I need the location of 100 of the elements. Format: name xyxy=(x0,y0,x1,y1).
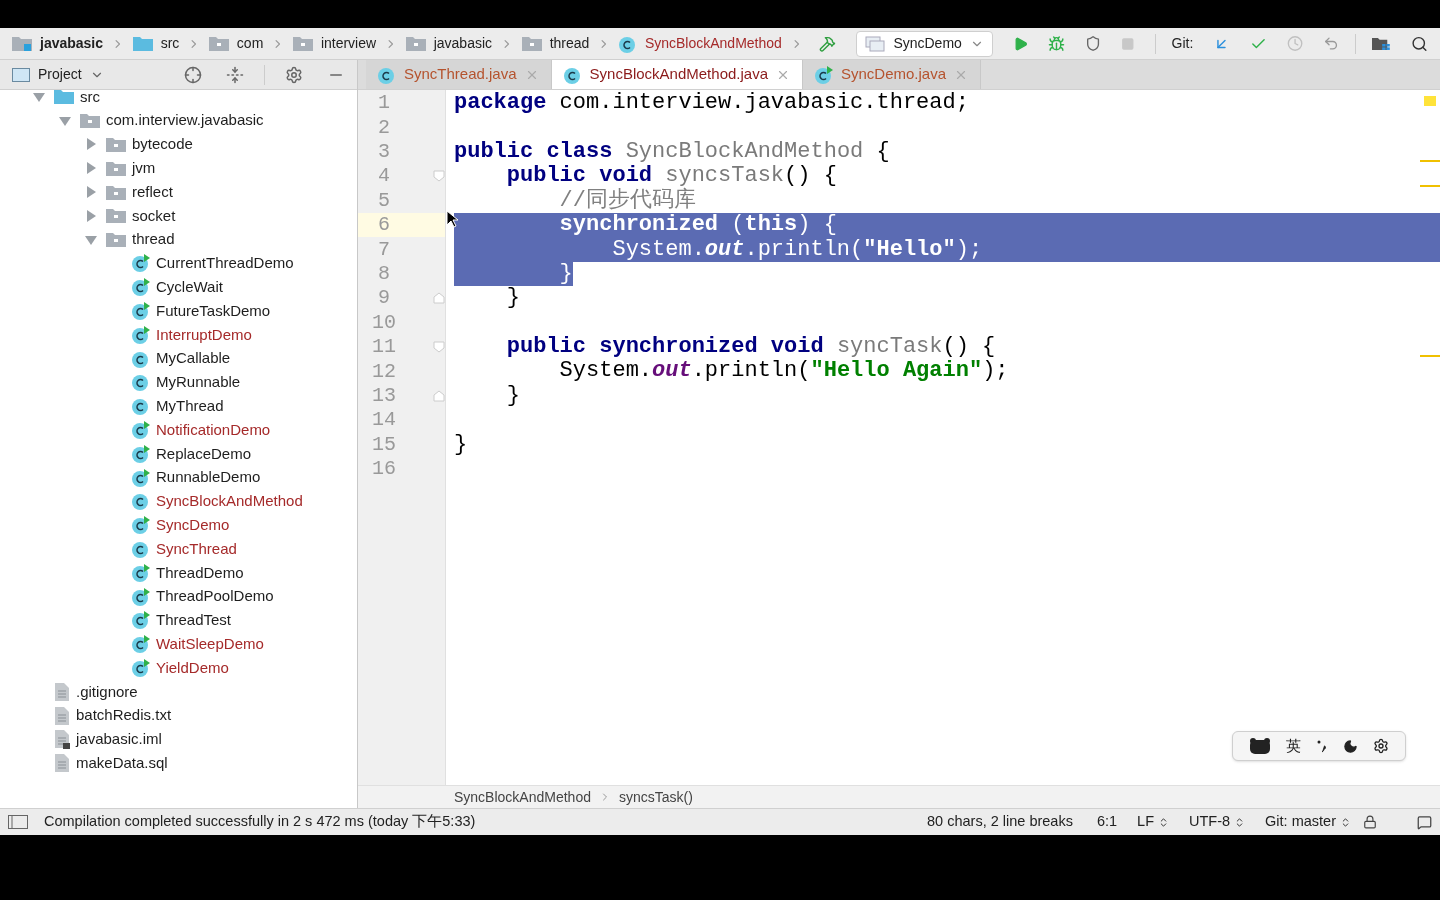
editor-breadcrumb[interactable]: SyncBlockAndMethod xyxy=(454,786,591,808)
editor-tab[interactable]: SyncDemo.java xyxy=(803,60,982,89)
tree-item[interactable]: src xyxy=(80,90,100,109)
tree-item[interactable]: NotificationDemo xyxy=(156,418,271,442)
runnable-class-icon xyxy=(132,254,150,273)
tree-item[interactable]: com.interview.javabasic xyxy=(106,109,264,132)
code-token: } xyxy=(558,262,573,285)
class-icon xyxy=(563,65,582,84)
fold-start-icon[interactable] xyxy=(433,170,445,183)
locate-icon[interactable] xyxy=(184,65,202,84)
editor-breadcrumb[interactable]: syncsTask() xyxy=(618,786,693,808)
breadcrumb-item[interactable]: interview xyxy=(320,33,377,54)
tree-item[interactable]: batchRedis.txt xyxy=(76,704,172,727)
line-separator-selector[interactable]: LF xyxy=(1137,811,1169,833)
line-number: 6 xyxy=(377,212,391,239)
collapsed-arrow-icon[interactable] xyxy=(85,162,97,175)
module-file-icon xyxy=(54,729,70,750)
project-window-icon xyxy=(12,67,30,82)
code-token: ) { xyxy=(797,214,837,237)
git-branch-selector[interactable]: Git: master xyxy=(1265,811,1351,833)
caret-position[interactable]: 6:1 xyxy=(1096,811,1118,833)
expanded-arrow-icon[interactable] xyxy=(33,90,45,103)
class-icon xyxy=(132,540,150,559)
tree-item[interactable]: MyRunnable xyxy=(156,371,241,394)
tree-item[interactable]: ThreadTest xyxy=(156,609,232,632)
editor-tab[interactable]: SyncBlockAndMethod.java xyxy=(551,60,803,89)
breadcrumb-item[interactable]: javabasic xyxy=(40,33,104,54)
tree-item[interactable]: reflect xyxy=(132,180,173,204)
tree-item[interactable]: InterruptDemo xyxy=(156,323,252,347)
code-token: public void xyxy=(505,165,653,188)
line-number: 4 xyxy=(377,163,391,190)
coverage-icon[interactable] xyxy=(1085,34,1102,53)
tree-item[interactable]: SyncDemo xyxy=(156,514,230,537)
tree-item[interactable]: socket xyxy=(132,204,176,228)
line-number: 16 xyxy=(371,456,397,483)
runnable-class-icon xyxy=(132,468,150,487)
tree-item[interactable]: ThreadPoolDemo xyxy=(156,585,274,608)
punctuation-icon[interactable] xyxy=(1315,739,1328,753)
text-file-icon xyxy=(54,681,70,702)
tree-item[interactable]: bytecode xyxy=(132,133,193,156)
collapsed-arrow-icon[interactable] xyxy=(85,138,97,151)
tree-item[interactable]: FutureTaskDemo xyxy=(156,299,271,323)
class-icon xyxy=(132,492,150,511)
line-number: 13 xyxy=(371,382,397,409)
tree-item[interactable]: SyncBlockAndMethod xyxy=(156,490,303,513)
code-token: "Hello" xyxy=(863,238,956,261)
breadcrumb-item[interactable]: src xyxy=(160,33,180,54)
breadcrumb-item[interactable]: com xyxy=(236,33,264,54)
tree-item[interactable]: SyncThread xyxy=(156,537,237,561)
tree-item[interactable]: MyThread xyxy=(156,395,224,418)
tree-item[interactable]: ThreadDemo xyxy=(156,561,244,585)
tree-item[interactable]: javabasic.iml xyxy=(76,728,162,751)
project-view-dropdown[interactable]: Project xyxy=(38,64,104,85)
tree-item[interactable]: CurrentThreadDemo xyxy=(156,252,294,275)
expanded-arrow-icon[interactable] xyxy=(59,114,71,127)
editor-tab[interactable]: SyncThread.java xyxy=(366,60,552,89)
folder-icon xyxy=(292,36,313,51)
folder-icon xyxy=(405,36,426,51)
fold-end-icon[interactable] xyxy=(433,292,445,305)
breadcrumb-item[interactable]: thread xyxy=(549,33,590,54)
tree-item[interactable]: MyCallable xyxy=(156,347,231,370)
fold-end-icon[interactable] xyxy=(433,389,445,402)
tree-item[interactable]: YieldDemo xyxy=(156,656,229,680)
moon-icon[interactable] xyxy=(1343,738,1359,754)
tree-item[interactable]: makeData.sql xyxy=(76,751,168,775)
folder-icon xyxy=(106,208,126,224)
code-token: public synchronized void xyxy=(505,336,825,359)
runnable-class-icon xyxy=(815,65,833,84)
encoding-selector[interactable]: UTF-8 xyxy=(1189,811,1246,833)
tree-item[interactable]: jvm xyxy=(132,157,156,180)
runnable-class-icon xyxy=(132,563,150,582)
code-token: () { xyxy=(784,165,837,188)
tree-item[interactable]: RunnableDemo xyxy=(156,466,261,489)
expanded-arrow-icon[interactable] xyxy=(85,233,97,246)
history-icon[interactable] xyxy=(1287,34,1304,53)
stop-icon[interactable] xyxy=(1121,35,1135,52)
settings-icon[interactable] xyxy=(1373,738,1390,754)
tree-item[interactable]: CycleWait xyxy=(156,276,223,299)
run-configuration-dropdown[interactable]: SyncDemo xyxy=(856,30,993,57)
tree-item[interactable]: ReplaceDemo xyxy=(156,442,252,466)
collapsed-arrow-icon[interactable] xyxy=(85,209,97,222)
tree-item[interactable]: .gitignore xyxy=(76,680,138,704)
collapsed-arrow-icon[interactable] xyxy=(85,186,97,199)
runnable-class-icon xyxy=(132,278,150,297)
breadcrumb-item[interactable]: SyncBlockAndMethod xyxy=(644,33,782,54)
code-token: "Hello Again" xyxy=(810,360,983,383)
tree-item[interactable]: thread xyxy=(132,228,175,251)
fold-start-icon[interactable] xyxy=(433,341,445,354)
folder-icon xyxy=(132,36,153,51)
collapse-all-icon[interactable] xyxy=(226,65,244,84)
tree-item[interactable]: WaitSleepDemo xyxy=(156,632,264,656)
folder-icon xyxy=(106,232,126,248)
breadcrumb-item[interactable]: javabasic xyxy=(433,33,493,54)
folder-icon xyxy=(12,36,32,51)
notifications-icon[interactable] xyxy=(1417,814,1432,830)
lock-icon[interactable] xyxy=(1363,815,1377,829)
panel-toggle-icon[interactable] xyxy=(8,815,28,829)
bear-paw-icon[interactable] xyxy=(1248,737,1271,755)
debug-icon[interactable] xyxy=(1048,33,1066,54)
input-language-toggle[interactable]: 英 xyxy=(1285,734,1301,758)
